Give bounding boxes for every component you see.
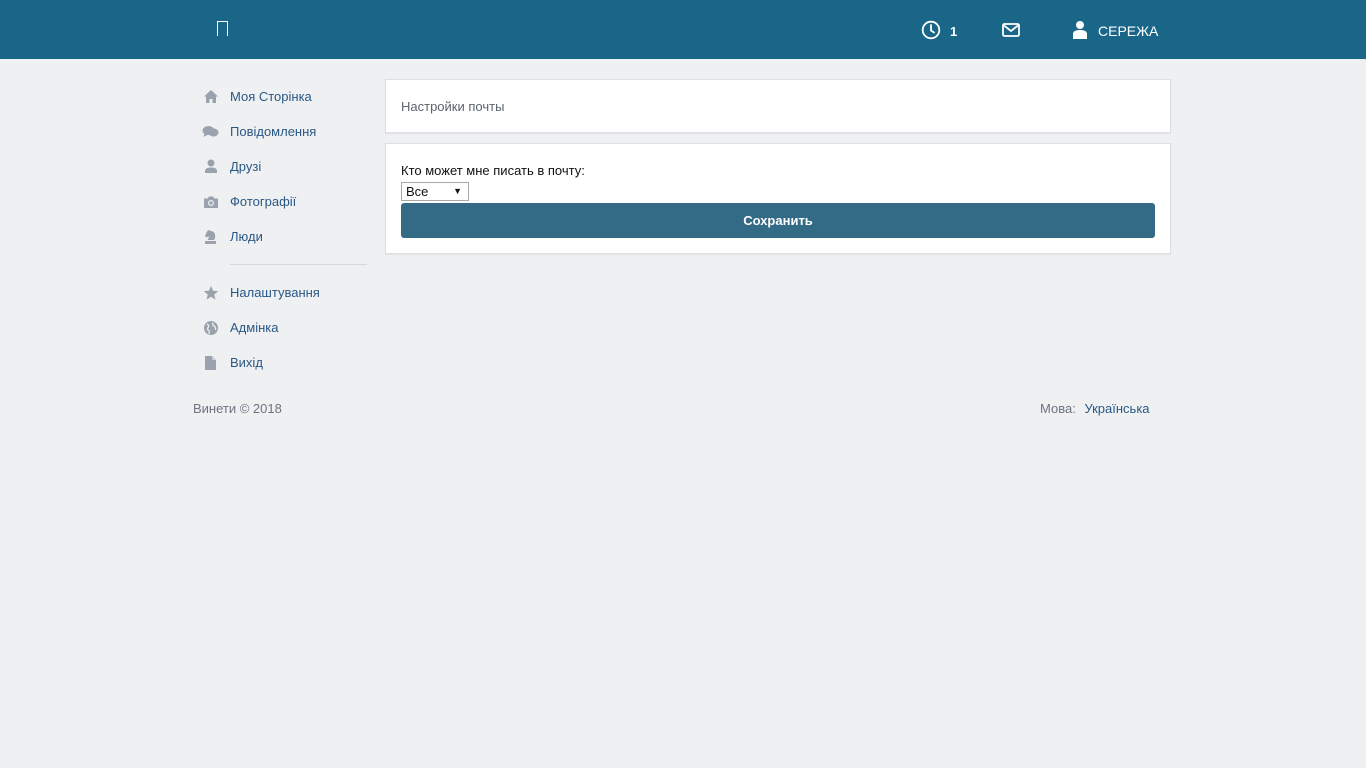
camera-icon	[202, 193, 219, 210]
sidebar-item-label: Адмінка	[230, 320, 279, 335]
mail-permission-select[interactable]: Все ▼	[401, 182, 469, 201]
sidebar-item-photos[interactable]: Фотографії	[193, 184, 373, 219]
save-button[interactable]: Сохранить	[401, 203, 1155, 238]
sidebar-item-label: Друзі	[230, 159, 262, 174]
sidebar-item-people[interactable]: Люди	[193, 219, 373, 254]
star-icon	[202, 284, 219, 301]
mail-settings-form: Кто может мне писать в почту: Все ▼ Сохр…	[385, 143, 1171, 254]
user-name: СЕРЕЖА	[1098, 22, 1159, 39]
sidebar: Моя Сторінка Повідомлення Друзі Фотограф…	[193, 79, 373, 380]
language-link[interactable]: Українська	[1084, 401, 1149, 416]
sidebar-item-label: Налаштування	[230, 285, 320, 300]
clock-icon	[921, 20, 941, 39]
sidebar-item-label: Повідомлення	[230, 124, 317, 139]
sidebar-item-settings[interactable]: Налаштування	[193, 275, 373, 310]
envelope-icon	[1002, 22, 1020, 37]
sidebar-item-logout[interactable]: Вихід	[193, 345, 373, 380]
top-bar: 1 СЕРЕЖА	[0, 0, 1366, 59]
sidebar-divider	[230, 264, 367, 265]
user-icon	[202, 158, 219, 175]
caret-down-icon: ▼	[453, 186, 462, 196]
sidebar-item-label: Люди	[230, 229, 263, 244]
globe-icon	[202, 319, 219, 336]
language-label: Мова:	[1040, 401, 1076, 416]
file-icon	[202, 354, 219, 371]
mail-button[interactable]	[1002, 0, 1020, 59]
user-icon	[1073, 20, 1087, 39]
user-menu-button[interactable]: СЕРЕЖА	[1071, 0, 1158, 59]
sidebar-item-label: Моя Сторінка	[230, 89, 312, 104]
sidebar-item-label: Фотографії	[230, 194, 297, 209]
home-icon	[202, 88, 219, 105]
notifications-button[interactable]: 1	[921, 0, 957, 59]
sidebar-item-admin[interactable]: Адмінка	[193, 310, 373, 345]
page-title: Настройки почты	[401, 99, 505, 114]
footer-language: Мова: Українська	[1040, 401, 1150, 416]
sidebar-item-label: Вихід	[230, 355, 263, 370]
sidebar-item-friends[interactable]: Друзі	[193, 149, 373, 184]
chess-knight-icon	[202, 228, 219, 245]
sidebar-item-messages[interactable]: Повідомлення	[193, 114, 373, 149]
logo-icon[interactable]	[217, 21, 228, 36]
notifications-count: 1	[950, 23, 958, 39]
sidebar-item-my-page[interactable]: Моя Сторінка	[193, 79, 373, 114]
page-title-card: Настройки почты	[385, 79, 1171, 133]
mail-permission-label: Кто может мне писать в почту:	[401, 163, 585, 178]
chat-icon	[202, 123, 219, 140]
select-value: Все	[406, 184, 429, 199]
footer-copyright: Винети © 2018	[193, 401, 282, 416]
